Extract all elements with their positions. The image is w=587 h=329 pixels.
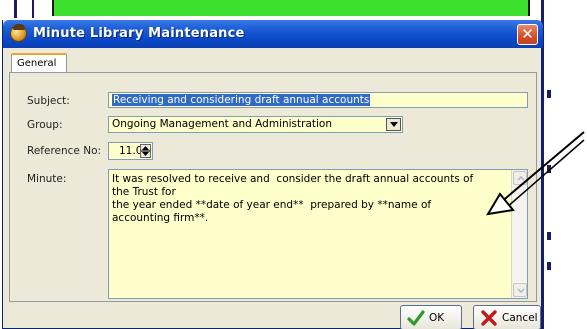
cancel-label: Cancel	[502, 312, 538, 324]
background-app-border	[14, 0, 17, 18]
background-app-side	[541, 0, 587, 329]
close-icon: ✕	[521, 25, 534, 43]
group-dropdown-button[interactable]	[386, 118, 401, 131]
spin-up-button[interactable]	[140, 144, 151, 151]
subject-label: Subject:	[27, 95, 70, 107]
background-app-tick	[547, 232, 551, 240]
background-app-tick	[547, 90, 551, 98]
cancel-button[interactable]: Cancel	[473, 305, 541, 329]
checkmark-icon	[407, 310, 425, 326]
background-app-tick	[547, 262, 551, 270]
group-value: Ongoing Management and Administration	[112, 118, 333, 130]
close-button[interactable]: ✕	[517, 24, 538, 45]
background-app-topbar	[0, 0, 587, 18]
background-app-border	[32, 0, 34, 18]
tab-general-label: General	[17, 58, 57, 69]
scroll-down-button[interactable]	[513, 283, 527, 297]
chevron-up-icon	[517, 176, 525, 181]
minute-scrollbar[interactable]	[511, 170, 527, 298]
background-app-tick	[547, 165, 551, 173]
spin-down-icon	[142, 152, 149, 156]
ok-label: OK	[429, 312, 445, 324]
group-label: Group:	[27, 119, 63, 131]
title-bar[interactable]: Minute Library Maintenance ✕	[3, 20, 543, 48]
ok-button[interactable]: OK	[400, 305, 462, 329]
subject-value: Receiving and considering draft annual a…	[112, 94, 371, 106]
general-tab-panel: Subject: Receiving and considering draft…	[9, 72, 537, 302]
group-dropdown[interactable]: Ongoing Management and Administration	[108, 116, 403, 133]
chevron-down-icon	[517, 288, 525, 293]
tab-general[interactable]: General	[11, 53, 67, 73]
app-icon	[10, 24, 27, 42]
minute-textarea[interactable]: It was resolved to receive and consider …	[108, 169, 528, 299]
minute-label: Minute:	[27, 173, 67, 185]
scroll-up-button[interactable]	[513, 171, 527, 185]
reference-label: Reference No:	[27, 145, 102, 157]
chevron-down-icon	[390, 122, 398, 127]
subject-field[interactable]: Receiving and considering draft annual a…	[108, 92, 528, 108]
reference-stepper[interactable]: 11.00	[108, 142, 153, 160]
minute-text: It was resolved to receive and consider …	[112, 173, 474, 224]
window-title: Minute Library Maintenance	[33, 26, 245, 41]
background-app-header	[52, 0, 530, 16]
spin-down-button[interactable]	[140, 151, 151, 158]
cross-icon	[481, 310, 497, 326]
minute-library-dialog: Minute Library Maintenance ✕ General Sub…	[2, 20, 543, 329]
